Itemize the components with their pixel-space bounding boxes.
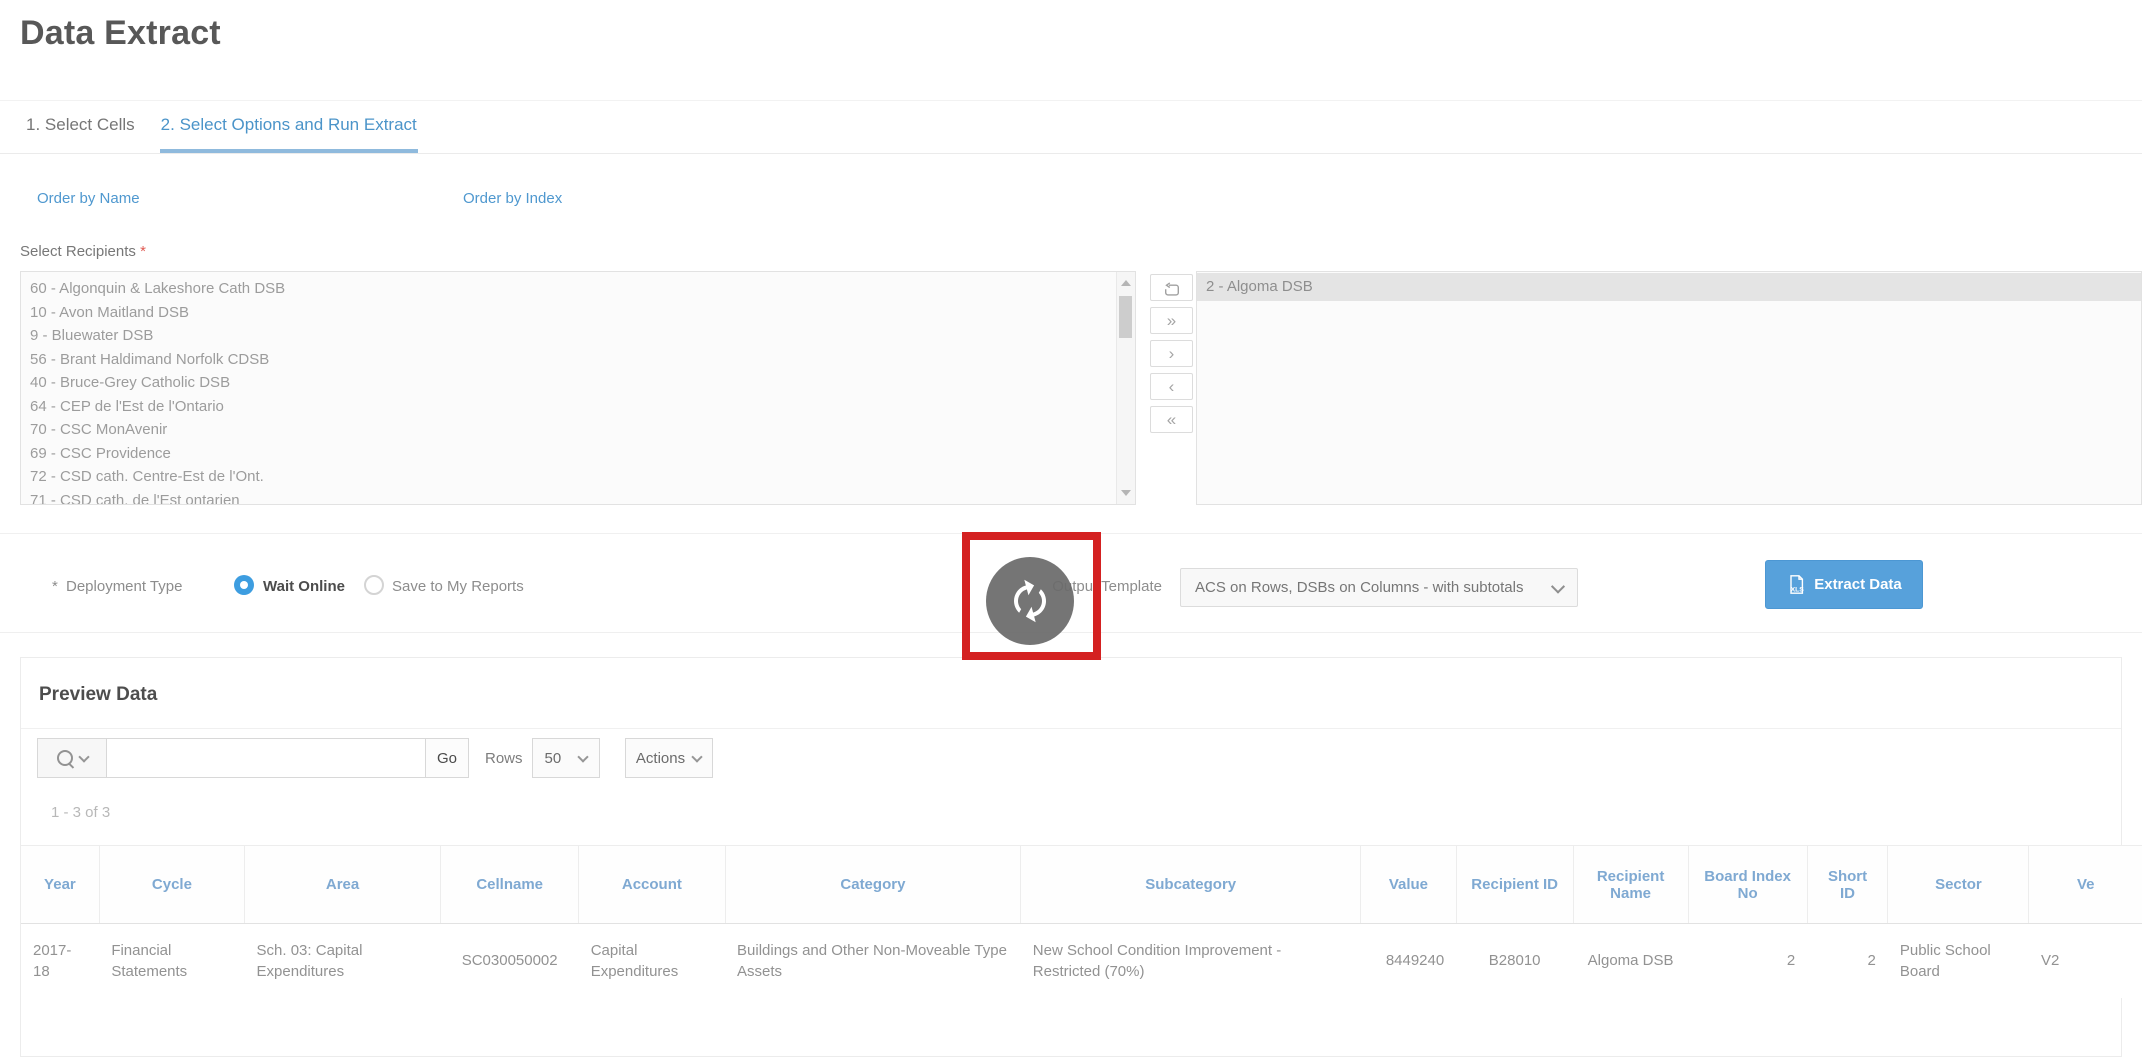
actions-menu-button[interactable]: Actions <box>625 738 713 778</box>
table-row: 2017-18Financial StatementsSch. 03: Capi… <box>21 924 2142 998</box>
rows-value: 50 <box>545 750 562 767</box>
page-title: Data Extract <box>20 14 221 53</box>
column-header[interactable]: Ve <box>2029 846 2142 924</box>
report-toolbar: Go Rows 50 Actions <box>37 738 713 778</box>
shuttle-move-button[interactable]: › <box>1150 340 1193 367</box>
list-item[interactable]: 70 - CSC MonAvenir <box>21 418 1135 442</box>
select-recipients-label: Select Recipients * <box>20 243 146 260</box>
list-item[interactable]: 10 - Avon Maitland DSB <box>21 301 1135 325</box>
column-header[interactable]: Area <box>245 846 441 924</box>
list-item[interactable]: 60 - Algonquin & Lakeshore Cath DSB <box>21 277 1135 301</box>
scroll-down-icon[interactable] <box>1121 490 1131 496</box>
search-input[interactable] <box>106 738 426 778</box>
list-item[interactable]: 64 - CEP de l'Est de l'Ontario <box>21 395 1135 419</box>
table-cell: Financial Statements <box>99 924 244 998</box>
table-cell: SC030050002 <box>441 924 579 998</box>
column-header[interactable]: Sector <box>1888 846 2029 924</box>
tab-select-cells[interactable]: 1. Select Cells <box>25 101 136 153</box>
table-cell: B28010 <box>1456 924 1573 998</box>
column-header[interactable]: Cycle <box>99 846 244 924</box>
required-marker: * <box>140 243 146 260</box>
output-template-select[interactable]: ACS on Rows, DSBs on Columns - with subt… <box>1180 568 1578 607</box>
chevron-down-icon <box>78 751 89 762</box>
output-template-value: ACS on Rows, DSBs on Columns - with subt… <box>1195 579 1523 596</box>
wait-online-radio[interactable] <box>234 575 254 595</box>
divider <box>21 728 2121 729</box>
list-item[interactable]: 71 - CSD cath. de l'Est ontarien <box>21 489 1135 506</box>
list-item[interactable]: 69 - CSC Providence <box>21 442 1135 466</box>
table-cell: 2 <box>1688 924 1807 998</box>
data-extract-page: { "page_title": "Data Extract", "tabs": … <box>0 0 2142 982</box>
select-recipients-label-text: Select Recipients <box>20 243 136 260</box>
column-header[interactable]: Cellname <box>441 846 579 924</box>
shuttle-move-all-button[interactable]: » <box>1150 307 1193 334</box>
shuttle-remove-all-button[interactable]: « <box>1150 406 1193 433</box>
column-header[interactable]: Category <box>725 846 1021 924</box>
column-header[interactable]: Account <box>579 846 725 924</box>
extract-data-label: Extract Data <box>1814 576 1902 593</box>
save-to-my-reports-label[interactable]: Save to My Reports <box>392 578 524 595</box>
table-cell: Algoma DSB <box>1573 924 1688 998</box>
table-cell: Buildings and Other Non-Moveable Type As… <box>725 924 1021 998</box>
shuttle-controls: » › ‹ « <box>1150 274 1193 433</box>
shuttle-reset-button[interactable] <box>1150 274 1193 301</box>
chevron-down-icon <box>1551 579 1565 593</box>
order-by-index-link[interactable]: Order by Index <box>463 190 562 207</box>
order-by-name-link[interactable]: Order by Name <box>37 190 140 207</box>
column-header[interactable]: Year <box>21 846 99 924</box>
annotation-highlight-box <box>962 532 1101 660</box>
column-header[interactable]: Board Index No <box>1688 846 1807 924</box>
search-dropdown-button[interactable] <box>37 738 107 778</box>
deployment-type-label: Deployment Type <box>66 578 182 595</box>
column-header[interactable]: Short ID <box>1807 846 1888 924</box>
scroll-up-icon[interactable] <box>1121 280 1131 286</box>
chevron-down-icon <box>691 751 702 762</box>
available-recipients-listbox[interactable]: 60 - Algonquin & Lakeshore Cath DSB10 - … <box>20 271 1136 505</box>
chevron-down-icon <box>577 751 588 762</box>
preview-data-table: YearCycleAreaCellnameAccountCategorySubc… <box>21 845 2142 998</box>
column-header[interactable]: Subcategory <box>1021 846 1361 924</box>
save-to-my-reports-radio[interactable] <box>364 575 384 595</box>
selected-recipients-listbox[interactable]: 2 - Algoma DSB <box>1196 271 2142 505</box>
column-header[interactable]: Recipient ID <box>1456 846 1573 924</box>
search-icon <box>57 750 73 766</box>
available-recipients-list: 60 - Algonquin & Lakeshore Cath DSB10 - … <box>21 272 1135 505</box>
table-cell: Public School Board <box>1888 924 2029 998</box>
listbox-scrollbar[interactable] <box>1116 272 1135 504</box>
table-cell: Sch. 03: Capital Expenditures <box>245 924 441 998</box>
table-header-row: YearCycleAreaCellnameAccountCategorySubc… <box>21 846 2142 924</box>
list-item[interactable]: 72 - CSD cath. Centre-Est de l'Ont. <box>21 465 1135 489</box>
go-button[interactable]: Go <box>425 738 469 778</box>
wait-online-label[interactable]: Wait Online <box>263 578 345 595</box>
table-cell: 2 <box>1807 924 1888 998</box>
column-header[interactable]: Recipient Name <box>1573 846 1688 924</box>
list-item[interactable]: 9 - Bluewater DSB <box>21 324 1135 348</box>
xls-file-icon: XLS <box>1786 574 1807 595</box>
column-header[interactable]: Value <box>1361 846 1457 924</box>
table-cell: Capital Expenditures <box>579 924 725 998</box>
svg-text:XLS: XLS <box>1791 586 1805 593</box>
rows-select[interactable]: 50 <box>532 738 600 778</box>
table-cell: 2017-18 <box>21 924 99 998</box>
list-item[interactable]: 56 - Brant Haldimand Norfolk CDSB <box>21 348 1135 372</box>
shuttle-remove-button[interactable]: ‹ <box>1150 373 1193 400</box>
extract-data-button[interactable]: XLS Extract Data <box>1765 560 1923 609</box>
list-item[interactable]: 2 - Algoma DSB <box>1197 273 2141 301</box>
table-cell: 8449240 <box>1361 924 1457 998</box>
table-body: 2017-18Financial StatementsSch. 03: Capi… <box>21 924 2142 998</box>
scrollbar-thumb[interactable] <box>1119 296 1132 338</box>
selected-recipients-list: 2 - Algoma DSB <box>1197 272 2141 301</box>
pagination-text: 1 - 3 of 3 <box>51 804 110 821</box>
required-marker: * <box>52 578 58 595</box>
tab-select-options[interactable]: 2. Select Options and Run Extract <box>160 101 418 153</box>
preview-data-title: Preview Data <box>39 684 157 706</box>
shuttle-reset-icon <box>1151 282 1192 298</box>
wizard-tabs: 1. Select Cells 2. Select Options and Ru… <box>0 100 2142 154</box>
table-cell: New School Condition Improvement - Restr… <box>1021 924 1361 998</box>
actions-label: Actions <box>636 750 685 767</box>
list-item[interactable]: 40 - Bruce-Grey Catholic DSB <box>21 371 1135 395</box>
rows-label: Rows <box>485 750 523 767</box>
table-cell: V2 <box>2029 924 2142 998</box>
